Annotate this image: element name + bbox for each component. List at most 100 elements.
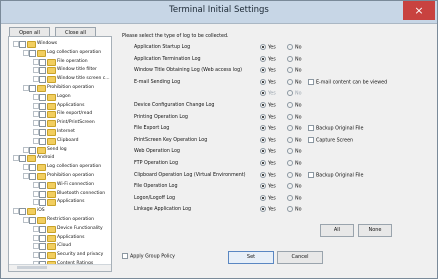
log-option-row: PrintScreen Key Operation Log Yes No Captur… — [122, 136, 418, 146]
cancel-button[interactable]: Cancel — [277, 251, 323, 264]
tree-checkbox[interactable] — [19, 208, 26, 216]
folder-icon — [37, 146, 46, 154]
folder-icon — [27, 208, 36, 216]
yes-radio[interactable]: Yes — [260, 113, 276, 123]
log-option-row: Application Startup Log Yes No — [122, 44, 418, 52]
tree-item-label: Applications — [57, 199, 85, 205]
set-button[interactable]: Set — [228, 251, 274, 264]
log-option-label: Device Configuration Change Log — [134, 103, 215, 108]
folder-icon — [47, 58, 56, 66]
folder-icon — [37, 173, 46, 180]
log-option-label: FTP Operation Log — [134, 161, 178, 166]
tree-checkbox[interactable] — [39, 225, 46, 233]
no-radio[interactable]: No — [287, 136, 302, 146]
yes-radio[interactable]: Yes — [260, 183, 276, 192]
select-all-button[interactable]: All — [320, 224, 354, 237]
yes-radio[interactable]: Yes — [260, 102, 276, 111]
tree-item-label: Send log — [47, 146, 67, 152]
yes-radio[interactable]: Yes — [260, 55, 276, 65]
close-button[interactable]: × — [403, 1, 435, 20]
yes-radio[interactable]: Yes — [260, 125, 276, 134]
tree-checkbox[interactable] — [39, 76, 46, 84]
tree-item-label: Windows — [37, 41, 58, 46]
extra-option-checkbox[interactable]: Capture Screen — [308, 136, 353, 146]
tree-checkbox[interactable] — [39, 129, 46, 136]
no-radio[interactable]: No — [287, 125, 302, 134]
folder-icon — [47, 129, 56, 136]
yes-radio[interactable]: Yes — [260, 78, 276, 88]
no-radio[interactable]: No — [287, 194, 302, 204]
log-option-row: FTP Operation Log Yes No — [122, 160, 418, 168]
yes-radio[interactable]: Yes — [260, 206, 276, 215]
log-option-row: Yes No — [122, 90, 418, 98]
tree-checkbox[interactable] — [19, 155, 26, 163]
no-radio[interactable]: No — [287, 113, 302, 123]
yes-radio[interactable]: Yes — [260, 44, 276, 53]
no-radio[interactable]: No — [287, 160, 302, 169]
extra-option-checkbox[interactable]: Backup Original File — [308, 171, 363, 181]
tree-item-label: iCloud — [57, 243, 72, 249]
tree-checkbox[interactable] — [39, 102, 46, 110]
tree-checkbox[interactable] — [29, 85, 36, 92]
settings-tree[interactable]: Windows Log collection operation File oper… — [8, 36, 112, 272]
tree-checkbox[interactable] — [39, 252, 46, 260]
tree-checkbox[interactable] — [39, 243, 46, 251]
tree-checkbox[interactable] — [19, 41, 26, 48]
log-option-row: File Export Log Yes No Backup Original File — [122, 125, 418, 133]
no-radio[interactable]: No — [287, 44, 302, 53]
folder-icon — [47, 199, 56, 207]
no-radio[interactable]: No — [287, 183, 302, 192]
yes-radio[interactable]: Yes — [260, 160, 276, 169]
tree-item-label: File operation — [57, 58, 88, 64]
tree-item-label: Applications — [57, 102, 85, 108]
no-radio[interactable]: No — [287, 206, 302, 215]
tree-checkbox[interactable] — [29, 164, 36, 172]
tree-checkbox[interactable] — [39, 181, 46, 189]
no-radio[interactable]: No — [287, 90, 302, 99]
yes-radio[interactable]: Yes — [260, 194, 276, 204]
no-radio[interactable]: No — [287, 171, 302, 181]
log-option-row: Printing Operation Log Yes No — [122, 113, 418, 123]
tree-checkbox[interactable] — [29, 49, 36, 57]
no-radio[interactable]: No — [287, 67, 302, 76]
yes-radio[interactable]: Yes — [260, 171, 276, 181]
yes-radio[interactable]: Yes — [260, 136, 276, 146]
extra-option-checkbox[interactable]: Backup Original File — [308, 125, 363, 134]
tree-checkbox[interactable] — [29, 217, 36, 224]
folder-icon — [27, 41, 36, 48]
terminal-initial-settings-window: Terminal Initial Settings × Open all Clo… — [0, 0, 438, 279]
tree-checkbox[interactable] — [29, 146, 36, 154]
folder-icon — [37, 217, 46, 224]
no-radio[interactable]: No — [287, 55, 302, 65]
apply-group-policy-checkbox[interactable]: Apply Group Policy — [122, 253, 175, 260]
tree-item-label: Restriction operation — [47, 217, 95, 222]
window-title: Terminal Initial Settings — [169, 5, 269, 15]
yes-radio[interactable]: Yes — [260, 90, 276, 99]
no-radio[interactable]: No — [287, 78, 302, 88]
tree-checkbox[interactable] — [39, 67, 46, 75]
no-radio[interactable]: No — [287, 102, 302, 111]
tree-checkbox[interactable] — [39, 199, 46, 207]
log-option-row: Application Termination Log Yes No — [122, 55, 418, 65]
select-none-button[interactable]: None — [358, 224, 392, 237]
folder-icon — [37, 164, 46, 172]
horizontal-scrollbar[interactable] — [9, 264, 111, 271]
log-option-label: File Operation Log — [134, 184, 178, 190]
no-radio[interactable]: No — [287, 148, 302, 157]
log-option-label: E-mail Sending Log — [134, 79, 181, 85]
tree-checkbox[interactable] — [29, 173, 36, 180]
tree-checkbox[interactable] — [39, 120, 46, 128]
tree-checkbox[interactable] — [39, 93, 46, 101]
tree-checkbox[interactable] — [39, 111, 46, 119]
extra-option-checkbox[interactable]: E-mail content can be viewed — [308, 78, 387, 88]
yes-radio[interactable]: Yes — [260, 67, 276, 76]
tree-checkbox[interactable] — [39, 190, 46, 198]
tree-checkbox[interactable] — [39, 137, 46, 145]
tree-checkbox[interactable] — [39, 234, 46, 242]
folder-icon — [47, 67, 56, 75]
tree-item-label: Log collection operation — [47, 49, 102, 55]
tree-checkbox[interactable] — [39, 58, 46, 66]
folder-icon — [47, 111, 56, 119]
yes-radio[interactable]: Yes — [260, 148, 276, 157]
log-option-row: Device Configuration Change Log Yes No — [122, 102, 418, 110]
